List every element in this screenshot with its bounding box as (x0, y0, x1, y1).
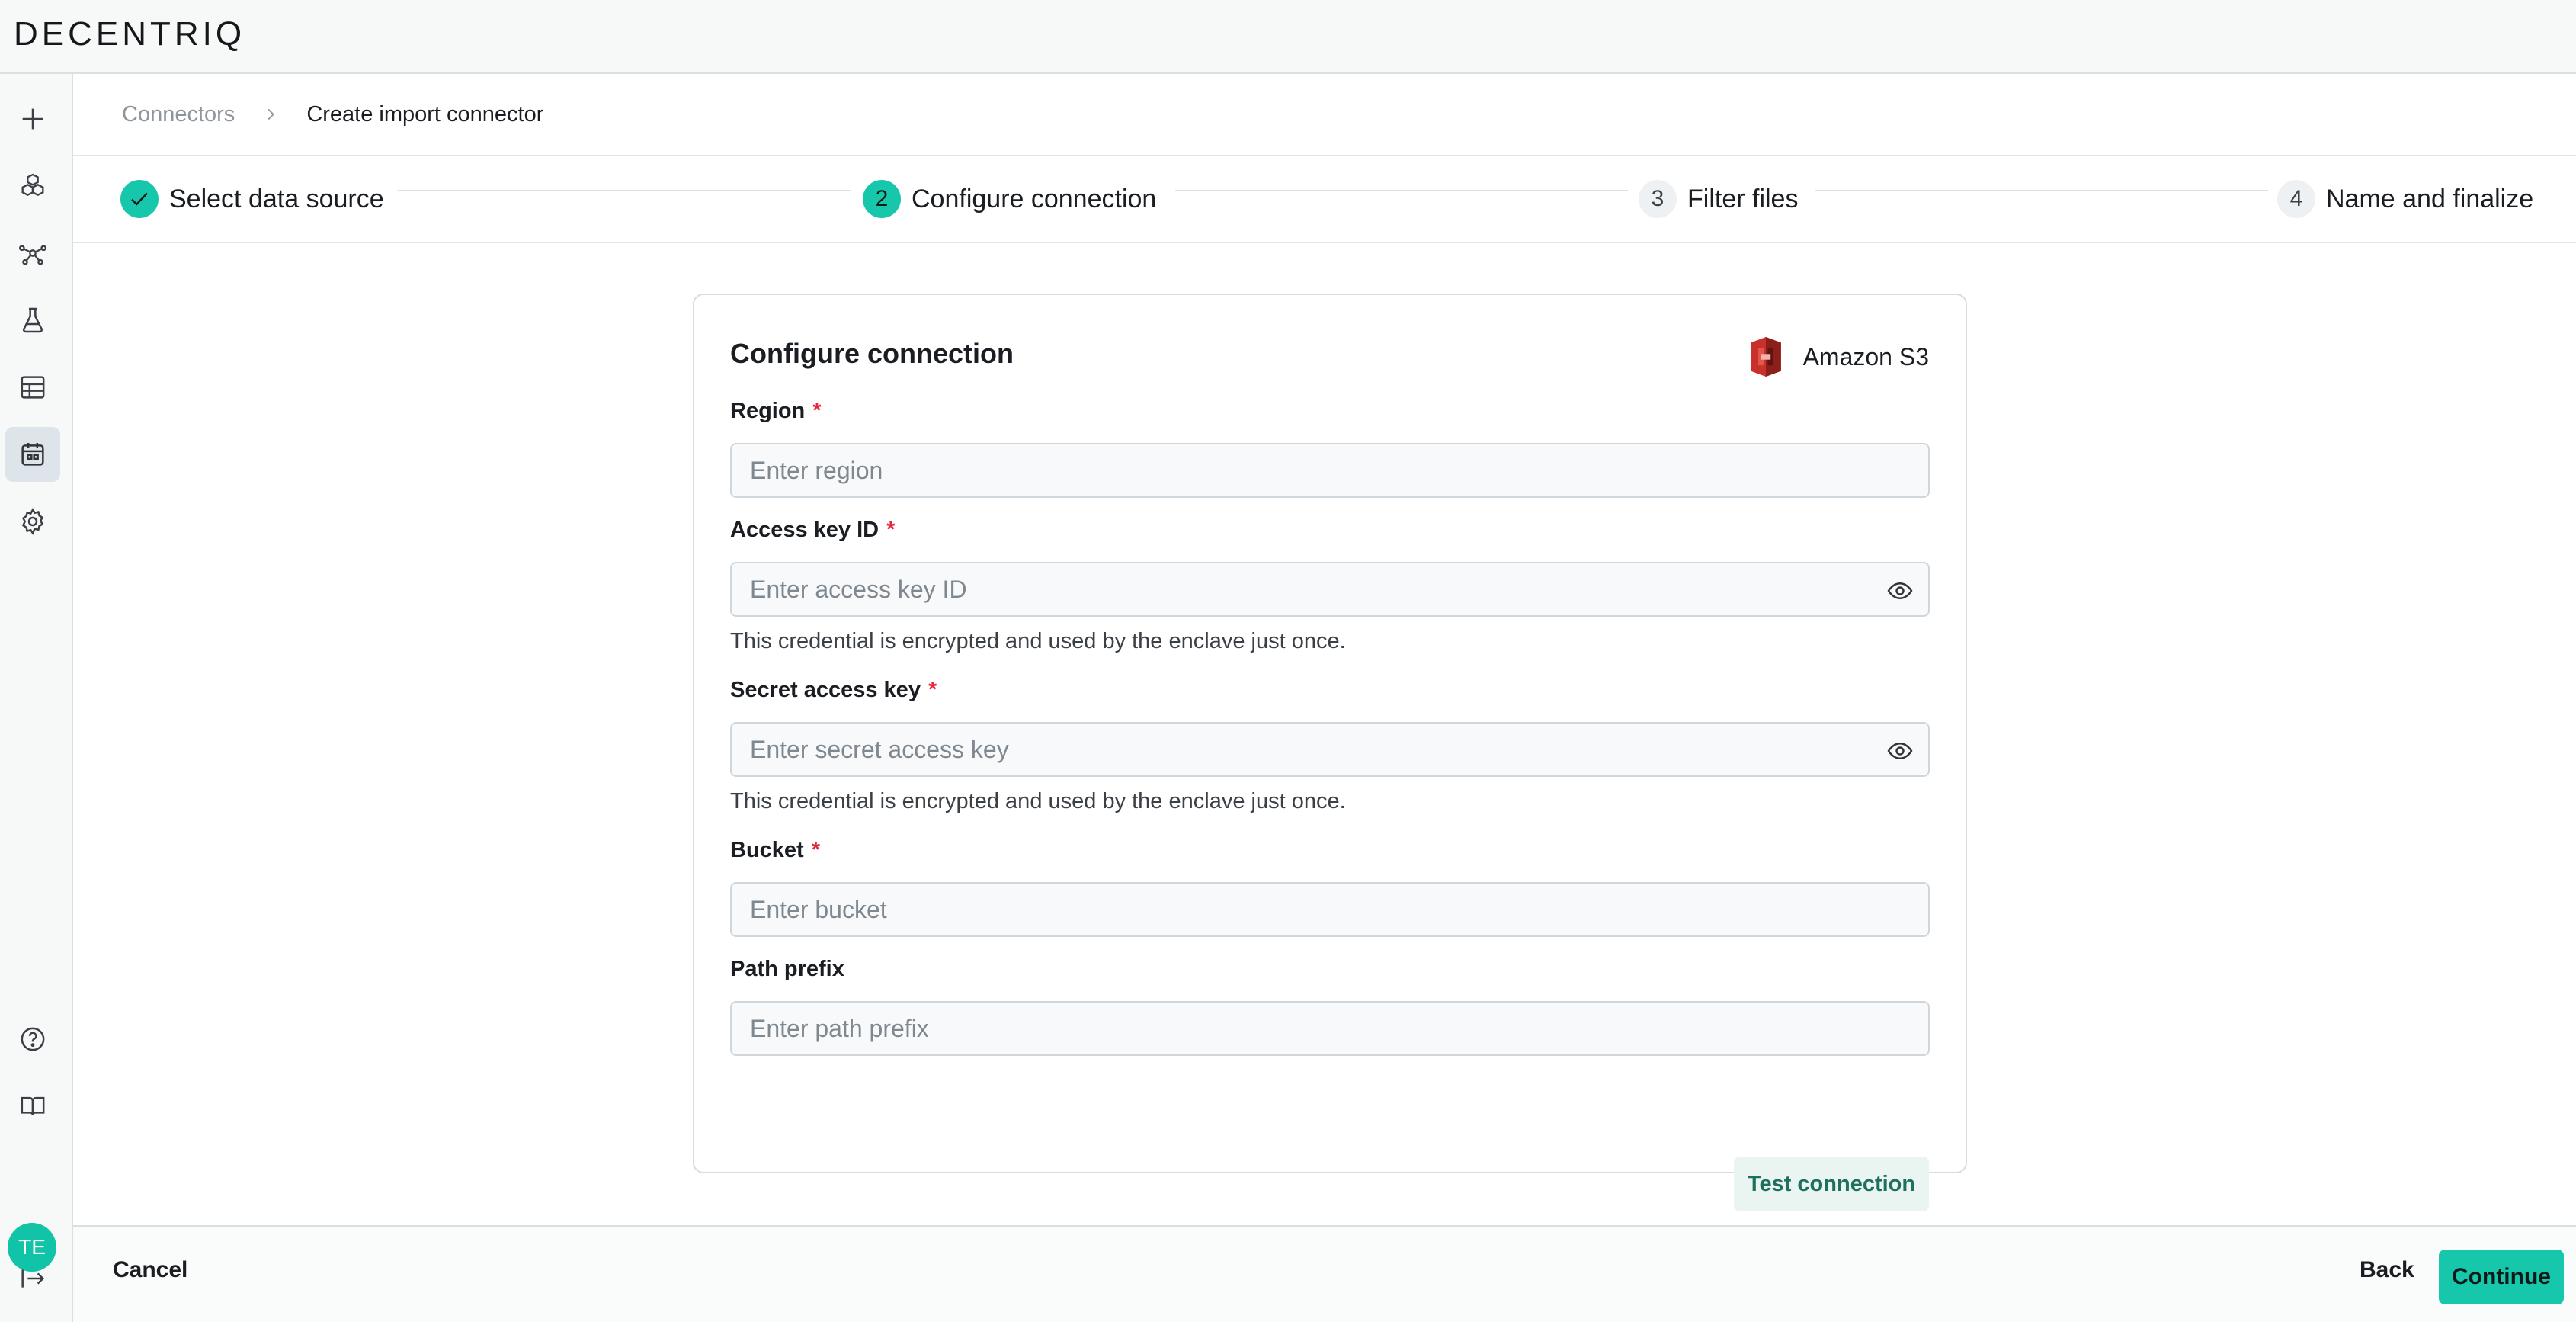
step-select-data-source[interactable]: Select data source (120, 178, 384, 220)
breadcrumb-current: Create import connector (306, 101, 544, 127)
sidebar-item-lab[interactable] (5, 293, 60, 348)
eye-icon[interactable] (1886, 577, 1914, 605)
required-asterisk: * (812, 399, 822, 423)
main-content: Connectors Create import connector Selec… (73, 74, 2576, 1322)
required-asterisk: * (886, 518, 896, 542)
access-key-input[interactable]: Enter access key ID (730, 562, 1930, 617)
step-number: 2 (863, 180, 901, 218)
cube-cluster-icon (21, 173, 44, 196)
step-filter-files[interactable]: 3 Filter files (1639, 178, 1798, 220)
collapse-arrow-icon (21, 1269, 45, 1288)
sidebar-item-connectors[interactable] (5, 427, 60, 482)
region-input[interactable]: Enter region (730, 443, 1930, 498)
sidebar-collapse-button[interactable] (5, 1251, 60, 1306)
breadcrumb-connectors-link[interactable]: Connectors (122, 102, 235, 127)
required-asterisk: * (811, 838, 820, 862)
region-placeholder: Enter region (750, 456, 883, 484)
plus-icon (22, 108, 43, 130)
help-circle-icon (21, 1027, 45, 1051)
bucket-input[interactable]: Enter bucket (730, 882, 1930, 937)
sidebar-item-network[interactable] (5, 226, 60, 281)
bucket-placeholder: Enter bucket (750, 895, 887, 923)
step-connector-line (1175, 190, 1628, 191)
label-text: Secret access key (730, 678, 921, 702)
step-number: 4 (2277, 180, 2315, 218)
path-prefix-label: Path prefix (730, 957, 844, 981)
sidebar-item-help[interactable] (5, 1012, 60, 1067)
footer-bar: Cancel Back Continue (73, 1225, 2576, 1322)
access-key-label: Access key ID * (730, 518, 895, 543)
step-configure-connection[interactable]: 2 Configure connection (863, 178, 1156, 220)
secret-key-label: Secret access key * (730, 678, 937, 703)
sidebar: TE (0, 74, 73, 1322)
access-key-placeholder: Enter access key ID (750, 575, 967, 603)
step-name-and-finalize[interactable]: 4 Name and finalize (2277, 178, 2533, 220)
sidebar-item-datasets[interactable] (5, 360, 60, 415)
book-icon (21, 1096, 45, 1115)
sidebar-item-settings[interactable] (5, 494, 60, 549)
provider-name: Amazon S3 (1802, 342, 1929, 371)
step-label: Configure connection (912, 184, 1157, 213)
top-bar: DECENTRIQ (0, 0, 2576, 74)
decentriq-logo[interactable]: DECENTRIQ (14, 15, 245, 53)
sidebar-item-datarooms[interactable] (5, 159, 60, 213)
required-asterisk: * (928, 678, 937, 702)
bucket-label: Bucket * (730, 838, 820, 863)
amazon-s3-icon (1750, 336, 1781, 377)
secret-key-input[interactable]: Enter secret access key (730, 722, 1930, 777)
step-connector-line (398, 190, 851, 191)
eye-icon[interactable] (1886, 737, 1914, 765)
continue-button[interactable]: Continue (2439, 1250, 2564, 1304)
path-prefix-placeholder: Enter path prefix (750, 1014, 929, 1042)
secret-key-placeholder: Enter secret access key (750, 735, 1009, 763)
test-connection-button[interactable]: Test connection (1734, 1157, 1929, 1211)
step-label: Filter files (1687, 184, 1799, 213)
configure-connection-card: Configure connection Amazon S3 Region * E… (693, 294, 1967, 1211)
stepper: Select data source 2 Configure connectio… (73, 156, 2576, 243)
table-icon (21, 376, 45, 399)
card-title: Configure connection (730, 338, 1014, 369)
access-key-helper: This credential is encrypted and used by… (730, 629, 1346, 653)
provider-badge: Amazon S3 (1747, 333, 1929, 380)
step-label: Name and finalize (2326, 184, 2534, 213)
flask-icon (22, 307, 43, 333)
label-text: Bucket (730, 838, 804, 862)
label-text: Access key ID (730, 518, 879, 542)
step-done-check-icon (120, 180, 159, 218)
secret-key-helper: This credential is encrypted and used by… (730, 789, 1346, 813)
calendar-grid-icon (21, 443, 44, 466)
gear-icon (21, 508, 44, 535)
path-prefix-input[interactable]: Enter path prefix (730, 1001, 1930, 1056)
sidebar-item-new[interactable] (5, 91, 60, 146)
label-text: Region (730, 399, 806, 423)
step-connector-line (1815, 190, 2268, 191)
cancel-button[interactable]: Cancel (113, 1257, 187, 1283)
sidebar-item-docs[interactable] (5, 1079, 60, 1134)
region-label: Region * (730, 399, 822, 424)
network-icon (18, 245, 46, 265)
step-label: Select data source (169, 184, 384, 213)
breadcrumb: Connectors Create import connector (73, 74, 2576, 156)
back-button[interactable]: Back (2360, 1257, 2414, 1283)
step-number: 3 (1639, 180, 1677, 218)
chevron-right-icon (262, 106, 279, 123)
